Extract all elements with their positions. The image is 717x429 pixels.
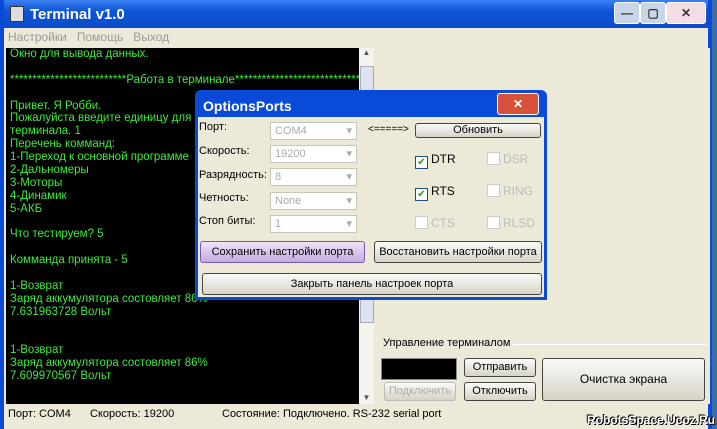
watermark: RobotsSpace.Ucoz.Ru — [586, 413, 715, 427]
title-bar[interactable]: Terminal v1.0 — ▢ ✕ — [4, 0, 708, 28]
speed-select[interactable]: 19200 — [270, 145, 357, 163]
dtr-label: DTR — [431, 152, 456, 166]
window-title: Terminal v1.0 — [30, 6, 125, 23]
group-label: Управление терминалом — [383, 337, 514, 349]
dialog-title: OptionsPorts — [203, 98, 292, 114]
options-ports-dialog: OptionsPorts ✕ Порт: COM4 Скорость: 1920… — [195, 90, 547, 300]
ring-checkbox[interactable]: RING — [487, 184, 533, 198]
dialog-body: Порт: COM4 Скорость: 19200 Разрядность: … — [198, 117, 544, 297]
check-icon: ✔ — [415, 156, 428, 169]
cts-checkbox[interactable]: CTS — [415, 216, 455, 230]
dsr-checkbox[interactable]: DSR — [487, 152, 528, 166]
close-port-panel-button[interactable]: Закрыть панель настроек порта — [202, 273, 542, 295]
ring-label: RING — [503, 184, 533, 198]
scroll-up-icon[interactable]: ▲ — [359, 48, 374, 57]
databits-label: Разрядность: — [199, 169, 267, 181]
terminal-control-group: Управление терминалом Отправить Подключи… — [381, 337, 707, 403]
menu-exit[interactable]: Выход — [129, 28, 173, 46]
status-port: Порт: COM4 — [8, 408, 71, 420]
rlsd-label: RLSD — [503, 216, 536, 230]
close-button[interactable]: ✕ — [666, 2, 706, 24]
command-input[interactable] — [381, 358, 457, 380]
port-select[interactable]: COM4 — [270, 122, 357, 140]
check-icon: ✔ — [415, 188, 428, 201]
status-speed: Скорость: 19200 — [90, 408, 175, 420]
disconnect-button[interactable]: Отключить — [464, 382, 536, 401]
menu-settings[interactable]: Настройки — [4, 28, 71, 46]
stopbits-select[interactable]: 1 — [270, 215, 357, 233]
app-icon — [10, 6, 24, 22]
terminal-line: 1-Возврат — [10, 344, 64, 357]
terminal-line: 7.609970567 Вольт — [10, 370, 112, 383]
speed-label: Скорость: — [199, 145, 250, 157]
rts-label: RTS — [431, 184, 455, 198]
maximize-button[interactable]: ▢ — [640, 2, 666, 24]
refresh-button[interactable]: Обновить — [415, 123, 541, 138]
parity-label: Четность: — [199, 192, 249, 204]
dtr-checkbox[interactable]: ✔ DTR — [415, 152, 456, 169]
terminal-line: Окно для вывода данных. — [10, 48, 149, 60]
terminal-line: 7.631963728 Вольт — [10, 305, 112, 318]
connect-button[interactable]: Подключить — [384, 382, 456, 401]
menu-help[interactable]: Помощь — [73, 28, 127, 46]
status-state: Состояние: Подключено. RS-232 serial por… — [222, 408, 442, 420]
databits-select[interactable]: 8 — [270, 168, 357, 186]
scroll-down-icon[interactable]: ▼ — [359, 393, 374, 402]
stopbits-label: Стоп биты: — [199, 215, 256, 227]
rlsd-checkbox[interactable]: RLSD — [487, 216, 535, 230]
send-button[interactable]: Отправить — [464, 358, 536, 377]
terminal-line: **************************Работа в терми… — [10, 73, 359, 86]
minimize-button[interactable]: — — [614, 2, 640, 24]
terminal-line: Заряд аккумулятора состовляет 86% — [10, 357, 208, 370]
save-port-settings-button[interactable]: Сохранить настройки порта — [200, 241, 365, 263]
arrow-text: <=====> — [368, 124, 409, 135]
dsr-label: DSR — [503, 152, 529, 166]
port-label: Порт: — [199, 121, 227, 133]
restore-port-settings-button[interactable]: Восстановить настройки порта — [374, 241, 542, 263]
dialog-close-button[interactable]: ✕ — [497, 93, 539, 115]
clear-screen-button[interactable]: Очистка экрана — [542, 358, 705, 401]
menu-bar: Настройки Помощь Выход — [4, 28, 708, 46]
rts-checkbox[interactable]: ✔ RTS — [415, 184, 455, 201]
cts-label: CTS — [431, 216, 455, 230]
parity-select[interactable]: None — [270, 192, 357, 210]
